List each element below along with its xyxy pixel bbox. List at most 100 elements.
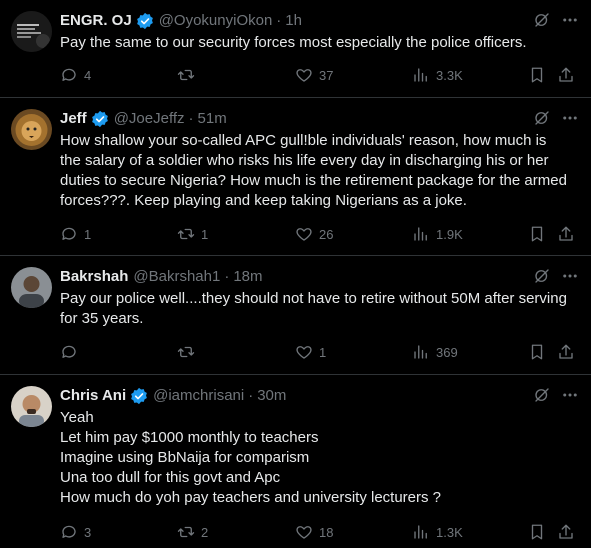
view-count: 1.3K bbox=[436, 524, 463, 540]
user-handle[interactable]: @Bakrshah1 bbox=[133, 267, 220, 287]
repost-count: 1 bbox=[201, 226, 209, 242]
reply-button[interactable] bbox=[60, 343, 84, 361]
views-icon bbox=[414, 227, 427, 241]
heart-icon bbox=[296, 69, 312, 82]
view-count: 1.9K bbox=[436, 226, 463, 242]
post[interactable]: Bakrshah @Bakrshah1 · 18m Pay our police… bbox=[0, 256, 591, 375]
like-count: 26 bbox=[319, 226, 334, 242]
like-button[interactable]: 18 bbox=[295, 523, 333, 541]
bookmark-button[interactable] bbox=[528, 343, 546, 361]
repost-icon bbox=[177, 69, 195, 81]
reply-icon bbox=[62, 227, 76, 240]
like-button[interactable]: 26 bbox=[295, 225, 333, 243]
bookmark-icon bbox=[531, 524, 543, 540]
repost-button[interactable]: 1 bbox=[177, 225, 208, 243]
repost-icon bbox=[177, 346, 195, 358]
user-handle[interactable]: @iamchrisani bbox=[153, 386, 244, 406]
bookmark-button[interactable] bbox=[528, 66, 546, 84]
bookmark-icon bbox=[531, 344, 543, 360]
bookmark-button[interactable] bbox=[528, 523, 546, 541]
repost-button[interactable]: 2 bbox=[177, 523, 208, 541]
avatar[interactable] bbox=[11, 267, 52, 308]
views-button[interactable]: 3.3K bbox=[412, 66, 463, 84]
views-button[interactable]: 1.3K bbox=[412, 523, 463, 541]
bookmark-icon bbox=[531, 226, 543, 242]
user-handle[interactable]: @OyokunyiOkon bbox=[159, 11, 273, 31]
repost-icon bbox=[177, 228, 195, 240]
views-icon bbox=[414, 68, 427, 82]
views-button[interactable]: 1.9K bbox=[412, 225, 463, 243]
grok-icon[interactable] bbox=[533, 267, 551, 285]
grok-icon[interactable] bbox=[533, 109, 551, 127]
post-text: Yeah Let him pay $1000 monthly to teache… bbox=[60, 409, 442, 506]
reply-count: 3 bbox=[84, 524, 92, 540]
like-count: 18 bbox=[319, 524, 334, 540]
separator-dot: · bbox=[188, 110, 194, 127]
timestamp[interactable]: 51m bbox=[198, 109, 227, 129]
grok-icon[interactable] bbox=[533, 11, 551, 29]
more-options-icon[interactable] bbox=[561, 386, 579, 404]
verified-badge-icon bbox=[131, 387, 147, 405]
more-options-icon[interactable] bbox=[561, 109, 579, 127]
display-name[interactable]: ENGR. OJ bbox=[60, 11, 132, 31]
display-name[interactable]: Chris Ani bbox=[60, 386, 126, 406]
reply-button[interactable]: 3 bbox=[60, 523, 91, 541]
reply-feed: ENGR. OJ @OyokunyiOkon · 1h Pay the same… bbox=[0, 0, 591, 548]
share-button[interactable] bbox=[557, 225, 575, 243]
reply-button[interactable]: 1 bbox=[60, 225, 91, 243]
heart-icon bbox=[296, 228, 312, 241]
display-name[interactable]: Jeff bbox=[60, 109, 87, 129]
repost-count: 2 bbox=[201, 524, 209, 540]
verified-badge-icon bbox=[136, 12, 153, 30]
post-text: Pay the same to our security forces most… bbox=[60, 34, 527, 51]
share-button[interactable] bbox=[557, 343, 575, 361]
share-icon bbox=[559, 226, 573, 241]
grok-icon[interactable] bbox=[533, 386, 551, 404]
share-icon bbox=[559, 67, 573, 82]
share-icon bbox=[559, 524, 573, 539]
reply-count: 4 bbox=[84, 67, 92, 83]
views-button[interactable]: 369 bbox=[412, 343, 458, 361]
post[interactable]: Jeff @JoeJeffz · 51m How shallow your so… bbox=[0, 98, 591, 256]
like-button[interactable]: 1 bbox=[295, 343, 326, 361]
share-icon bbox=[559, 344, 573, 359]
repost-button[interactable] bbox=[177, 66, 201, 84]
reply-icon bbox=[62, 345, 76, 358]
share-button[interactable] bbox=[557, 66, 575, 84]
heart-icon bbox=[296, 346, 312, 359]
like-count: 37 bbox=[319, 67, 334, 83]
heart-icon bbox=[296, 526, 312, 539]
timestamp[interactable]: 18m bbox=[233, 267, 262, 287]
user-handle[interactable]: @JoeJeffz bbox=[114, 109, 185, 129]
more-options-icon[interactable] bbox=[561, 11, 579, 29]
avatar[interactable] bbox=[11, 386, 52, 427]
share-button[interactable] bbox=[557, 523, 575, 541]
reply-button[interactable]: 4 bbox=[60, 66, 91, 84]
separator-dot: · bbox=[276, 12, 282, 29]
repost-button[interactable] bbox=[177, 343, 201, 361]
views-icon bbox=[414, 525, 427, 539]
avatar[interactable] bbox=[11, 11, 52, 52]
like-count: 1 bbox=[319, 344, 327, 360]
view-count: 369 bbox=[436, 344, 458, 360]
separator-dot: · bbox=[248, 387, 254, 404]
reply-icon bbox=[62, 68, 76, 81]
view-count: 3.3K bbox=[436, 67, 463, 83]
repost-icon bbox=[177, 526, 195, 538]
bookmark-button[interactable] bbox=[528, 225, 546, 243]
like-button[interactable]: 37 bbox=[295, 66, 333, 84]
display-name[interactable]: Bakrshah bbox=[60, 267, 128, 287]
post-text: Pay our police well....they should not h… bbox=[60, 290, 572, 327]
bookmark-icon bbox=[531, 67, 543, 83]
post[interactable]: Chris Ani @iamchrisani · 30m Yeah Let hi… bbox=[0, 375, 591, 548]
post[interactable]: ENGR. OJ @OyokunyiOkon · 1h Pay the same… bbox=[0, 0, 591, 98]
views-icon bbox=[414, 345, 427, 359]
post-text: How shallow your so-called APC gull!ble … bbox=[60, 132, 572, 209]
more-options-icon[interactable] bbox=[561, 267, 579, 285]
verified-badge-icon bbox=[91, 110, 108, 128]
timestamp[interactable]: 30m bbox=[257, 386, 286, 406]
reply-count: 1 bbox=[84, 226, 92, 242]
separator-dot: · bbox=[224, 268, 230, 285]
avatar[interactable] bbox=[11, 109, 52, 150]
timestamp[interactable]: 1h bbox=[285, 11, 302, 31]
